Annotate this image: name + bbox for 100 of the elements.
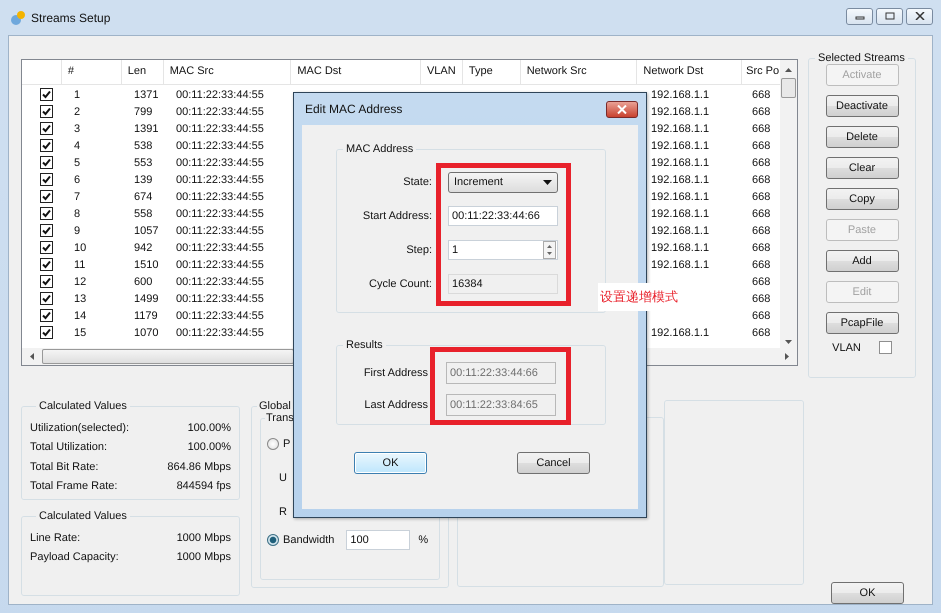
input-field[interactable]: 100 bbox=[346, 530, 410, 550]
table-cell: 668 bbox=[752, 106, 770, 118]
field-label: U bbox=[279, 472, 287, 484]
action-button[interactable]: Copy bbox=[826, 188, 898, 210]
checkbox[interactable] bbox=[40, 122, 53, 135]
table-cell: 15 bbox=[74, 326, 86, 338]
value-label: Total Bit Rate: bbox=[30, 460, 98, 473]
table-cell: 192.168.1.1 bbox=[651, 88, 710, 100]
table-cell: 538 bbox=[134, 140, 152, 152]
table-cell: 192.168.1.1 bbox=[651, 242, 710, 254]
maximize-button[interactable] bbox=[876, 8, 903, 24]
table-cell: 668 bbox=[752, 292, 770, 304]
app-icon bbox=[10, 10, 26, 26]
table-cell: 8 bbox=[74, 208, 80, 220]
field-label: Start Address: bbox=[362, 210, 432, 222]
checkbox-label: VLAN bbox=[832, 342, 861, 354]
state-dropdown[interactable]: Increment bbox=[448, 172, 558, 192]
step-spinner[interactable]: 1 bbox=[448, 240, 558, 260]
cancel-button[interactable]: Cancel bbox=[517, 452, 590, 474]
table-cell: 668 bbox=[752, 156, 770, 168]
field-label: Step: bbox=[405, 244, 432, 256]
table-cell: 00:11:22:33:44:55 bbox=[176, 224, 264, 236]
value-label: Total Frame Rate: bbox=[30, 480, 118, 492]
checkbox[interactable] bbox=[40, 258, 53, 271]
table-cell: 00:11:22:33:44:55 bbox=[176, 106, 264, 118]
action-button[interactable]: PcapFile bbox=[826, 312, 898, 334]
ok-button[interactable]: OK bbox=[831, 582, 904, 604]
column-header[interactable]: Len bbox=[122, 60, 164, 84]
action-button[interactable]: Clear bbox=[826, 157, 898, 179]
table-cell: 00:11:22:33:44:55 bbox=[176, 258, 264, 270]
table-cell: 00:11:22:33:44:55 bbox=[176, 276, 264, 288]
value-text: 1000 Mbps bbox=[176, 532, 231, 544]
checkbox[interactable] bbox=[40, 156, 53, 169]
table-cell: 00:11:22:33:44:55 bbox=[176, 156, 264, 168]
table-cell: 00:11:22:33:44:55 bbox=[176, 208, 264, 220]
column-header[interactable]: Network Dst bbox=[637, 60, 742, 84]
checkbox[interactable] bbox=[40, 292, 53, 305]
checkbox[interactable] bbox=[40, 139, 53, 152]
checkbox[interactable] bbox=[878, 341, 892, 354]
table-cell: 192.168.1.1 bbox=[651, 156, 710, 168]
radio-button[interactable] bbox=[267, 534, 279, 546]
checkbox[interactable] bbox=[40, 275, 53, 288]
value-label: Total Utilization: bbox=[30, 441, 108, 454]
value-text: 1000 Mbps bbox=[176, 551, 231, 564]
field-label: Cycle Count: bbox=[368, 278, 432, 290]
table-cell: 668 bbox=[752, 208, 770, 220]
column-header[interactable]: VLAN bbox=[420, 60, 463, 84]
table-cell: 668 bbox=[752, 258, 770, 270]
column-header[interactable]: Src Po bbox=[742, 60, 780, 84]
column-header[interactable]: MAC Dst bbox=[291, 60, 421, 84]
column-header[interactable]: Network Src bbox=[520, 60, 638, 84]
spinner-arrows-icon[interactable] bbox=[543, 241, 556, 259]
table-cell: 799 bbox=[134, 106, 152, 118]
table-cell: 668 bbox=[752, 174, 770, 186]
table-cell: 3 bbox=[74, 122, 80, 134]
table-cell: 192.168.1.1 bbox=[651, 122, 710, 134]
input-field[interactable]: 00:11:22:33:44:66 bbox=[448, 206, 558, 226]
column-header[interactable]: Type bbox=[462, 60, 521, 84]
value-label: Payload Capacity: bbox=[30, 551, 119, 564]
checkbox[interactable] bbox=[40, 190, 53, 203]
table-cell: 00:11:22:33:44:55 bbox=[176, 88, 264, 100]
scrollbar-thumb[interactable] bbox=[781, 78, 796, 98]
ok-button[interactable]: OK bbox=[354, 452, 427, 474]
table-cell: 00:11:22:33:44:55 bbox=[176, 310, 264, 322]
window-title: Streams Setup bbox=[31, 10, 110, 24]
checkbox[interactable] bbox=[40, 173, 53, 186]
table-cell: 668 bbox=[752, 276, 770, 288]
table-cell: 192.168.1.1 bbox=[651, 224, 710, 236]
table-cell: 13 bbox=[74, 292, 86, 304]
radio-button[interactable] bbox=[267, 438, 279, 450]
close-button[interactable] bbox=[906, 8, 933, 24]
table-cell: 4 bbox=[74, 140, 80, 152]
checkbox[interactable] bbox=[40, 241, 53, 254]
table-cell: 1070 bbox=[134, 326, 158, 338]
value-label: Line Rate: bbox=[30, 532, 80, 544]
table-cell: 00:11:22:33:44:55 bbox=[176, 242, 264, 254]
checkbox[interactable] bbox=[40, 207, 53, 220]
table-cell: 192.168.1.1 bbox=[651, 174, 710, 186]
table-cell: 192.168.1.1 bbox=[651, 208, 710, 220]
vertical-scrollbar[interactable] bbox=[780, 60, 797, 348]
close-button[interactable] bbox=[606, 100, 638, 118]
table-cell: 192.168.1.1 bbox=[651, 140, 710, 152]
table-cell: 14 bbox=[74, 310, 86, 322]
table-cell: 1499 bbox=[134, 292, 158, 304]
table-cell: 192.168.1.1 bbox=[651, 326, 710, 338]
checkbox[interactable] bbox=[40, 309, 53, 322]
scrollbar-thumb[interactable] bbox=[42, 349, 294, 364]
column-header[interactable]: # bbox=[62, 60, 122, 84]
minimize-button[interactable] bbox=[846, 8, 873, 24]
table-cell: 1510 bbox=[134, 258, 158, 270]
action-button[interactable]: Delete bbox=[826, 126, 898, 148]
checkbox[interactable] bbox=[40, 326, 53, 339]
action-button[interactable]: Deactivate bbox=[826, 95, 898, 117]
radio-label: P bbox=[283, 438, 290, 450]
action-button[interactable]: Add bbox=[826, 250, 898, 272]
radio-label: Bandwidth bbox=[283, 534, 334, 546]
column-header[interactable]: MAC Src bbox=[164, 60, 292, 84]
checkbox[interactable] bbox=[40, 224, 53, 237]
checkbox[interactable] bbox=[40, 88, 53, 101]
checkbox[interactable] bbox=[40, 105, 53, 118]
